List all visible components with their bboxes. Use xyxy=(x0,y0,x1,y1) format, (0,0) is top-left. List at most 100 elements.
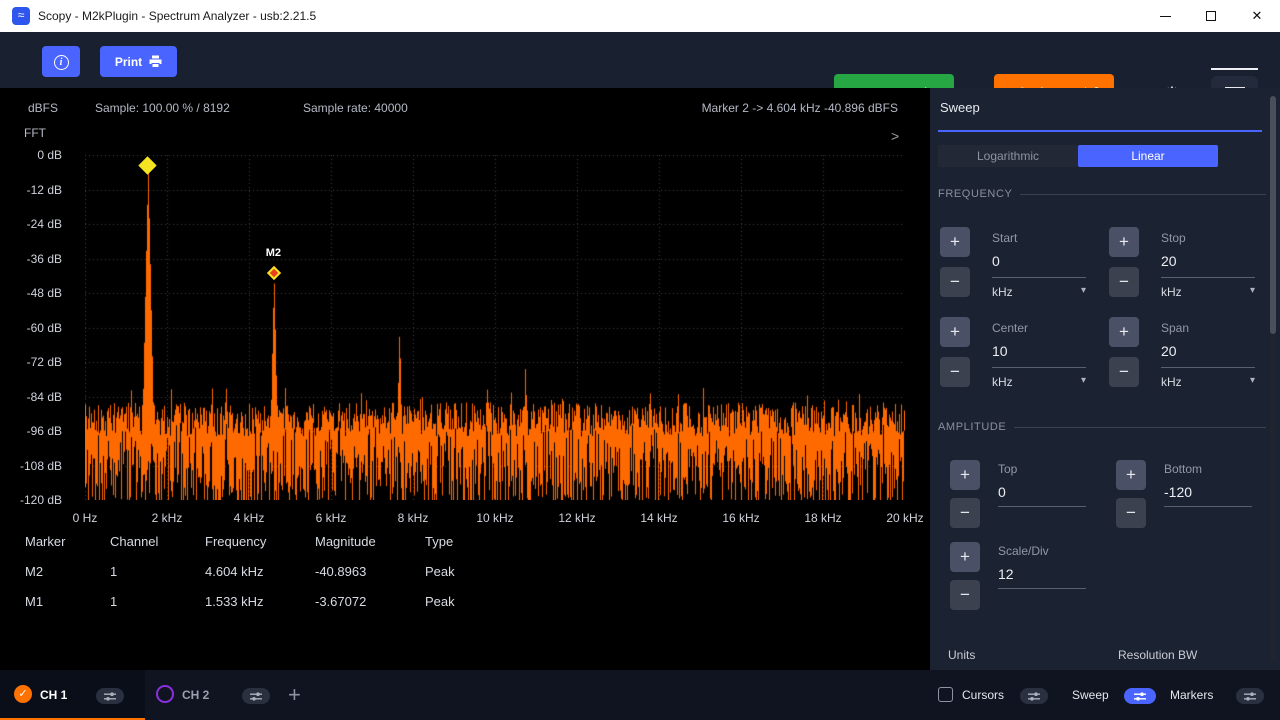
cursors-checkbox[interactable] xyxy=(938,687,953,702)
stop-increment-button[interactable]: + xyxy=(1109,227,1139,257)
logarithmic-option[interactable]: Logarithmic xyxy=(938,145,1078,167)
top-decrement-button[interactable]: − xyxy=(950,498,980,528)
title-bar[interactable]: ≈ Scopy - M2kPlugin - Spectrum Analyzer … xyxy=(0,0,1280,32)
fft-label: FFT xyxy=(24,126,46,140)
bottom-value-input[interactable]: -120 xyxy=(1164,484,1192,500)
maximize-icon xyxy=(1206,11,1216,21)
tune-icon xyxy=(1027,692,1041,701)
resolution-bw-label: Resolution BW xyxy=(1118,648,1197,662)
scale-div-value-input[interactable]: 12 xyxy=(998,566,1014,582)
cursors-label: Cursors xyxy=(962,687,1004,703)
scale-div-decrement-button[interactable]: − xyxy=(950,580,980,610)
y-tick: -12 dB xyxy=(0,183,62,197)
x-tick: 6 kHz xyxy=(301,511,361,525)
center-value-input[interactable]: 10 xyxy=(992,343,1008,359)
spectrum-canvas[interactable] xyxy=(85,155,905,500)
start-unit-dropdown[interactable]: kHz▾ xyxy=(992,285,1086,299)
info-button[interactable]: i xyxy=(42,46,80,77)
center-decrement-button[interactable]: − xyxy=(940,357,970,387)
scale-div-label: Scale/Div xyxy=(998,544,1049,558)
frequency-section-header: FREQUENCY xyxy=(938,188,1266,200)
y-tick: -108 dB xyxy=(0,459,62,473)
x-tick: 0 Hz xyxy=(55,511,115,525)
y-tick: -120 dB xyxy=(0,493,62,507)
channel-2-tab[interactable]: CH 2 xyxy=(156,670,286,720)
amplitude-section-label: AMPLITUDE xyxy=(938,421,1006,433)
minimize-button[interactable] xyxy=(1142,0,1188,32)
sweep-settings-button[interactable] xyxy=(1124,688,1156,704)
channel-2-label: CH 2 xyxy=(182,687,209,703)
y-tick: -84 dB xyxy=(0,390,62,404)
y-tick: -48 dB xyxy=(0,286,62,300)
bottom-increment-button[interactable]: + xyxy=(1116,460,1146,490)
marker-table-cell: 1 xyxy=(110,564,205,594)
marker-table-cell: M2 xyxy=(25,564,110,594)
amplitude-section-header: AMPLITUDE xyxy=(938,421,1266,433)
panel-title-underline xyxy=(938,130,1262,132)
stop-decrement-button[interactable]: − xyxy=(1109,267,1139,297)
linear-option[interactable]: Linear xyxy=(1078,145,1218,167)
bottom-decrement-button[interactable]: − xyxy=(1116,498,1146,528)
sweep-menu-label: Sweep xyxy=(1072,687,1109,703)
menu-active-indicator xyxy=(1211,68,1258,70)
markers-settings-button[interactable] xyxy=(1236,688,1264,704)
close-button[interactable]: ✕ xyxy=(1234,0,1280,32)
chevron-down-icon: ▾ xyxy=(1081,375,1086,389)
main-area: dBFS Sample: 100.00 % / 8192 Sample rate… xyxy=(0,88,1280,670)
panel-title: Sweep xyxy=(940,100,980,115)
channel-1-enabled-icon[interactable]: ✓ xyxy=(14,685,32,703)
span-decrement-button[interactable]: − xyxy=(1109,357,1139,387)
chevron-down-icon: ▾ xyxy=(1081,285,1086,299)
center-increment-button[interactable]: + xyxy=(940,317,970,347)
marker-table-header: Frequency xyxy=(205,534,315,564)
start-increment-button[interactable]: + xyxy=(940,227,970,257)
y-tick: -96 dB xyxy=(0,424,62,438)
start-value-input[interactable]: 0 xyxy=(992,253,1000,269)
top-value-input[interactable]: 0 xyxy=(998,484,1006,500)
panel-collapse-chevron-icon[interactable]: > xyxy=(891,128,899,144)
add-channel-button[interactable]: + xyxy=(288,682,301,708)
close-icon: ✕ xyxy=(1252,8,1263,24)
y-unit-label: dBFS xyxy=(28,101,58,115)
start-decrement-button[interactable]: − xyxy=(940,267,970,297)
scale-mode-toggle: Logarithmic Linear xyxy=(938,145,1218,167)
x-tick: 2 kHz xyxy=(137,511,197,525)
sample-info: Sample: 100.00 % / 8192 xyxy=(95,101,230,115)
print-button-label: Print xyxy=(115,55,142,69)
channel-1-settings-button[interactable] xyxy=(96,688,124,704)
scrollbar-thumb[interactable] xyxy=(1270,96,1276,334)
stop-unit-dropdown[interactable]: kHz▾ xyxy=(1161,285,1255,299)
span-frequency-control: + − Span 20 kHz▾ xyxy=(1105,313,1269,409)
panel-scrollbar[interactable] xyxy=(1270,96,1276,662)
channel-2-settings-button[interactable] xyxy=(242,688,270,704)
bottom-label: Bottom xyxy=(1164,462,1202,476)
cursors-settings-button[interactable] xyxy=(1020,688,1048,704)
center-frequency-control: + − Center 10 kHz▾ xyxy=(936,313,1100,409)
center-unit-dropdown[interactable]: kHz▾ xyxy=(992,375,1086,389)
center-label: Center xyxy=(992,321,1028,335)
marker-table: Marker Channel Frequency Magnitude Type … xyxy=(25,534,505,624)
chevron-down-icon: ▾ xyxy=(1250,375,1255,389)
start-frequency-control: + − Start 0 kHz▾ xyxy=(936,223,1100,319)
bottom-bar: ✓ CH 1 CH 2 + Cursors Sweep Markers xyxy=(0,670,1280,720)
span-increment-button[interactable]: + xyxy=(1109,317,1139,347)
x-tick: 20 kHz xyxy=(875,511,935,525)
top-increment-button[interactable]: + xyxy=(950,460,980,490)
tune-icon xyxy=(249,692,263,701)
channel-1-tab[interactable]: ✓ CH 1 xyxy=(0,670,145,720)
span-unit-dropdown[interactable]: kHz▾ xyxy=(1161,375,1255,389)
span-value-input[interactable]: 20 xyxy=(1161,343,1177,359)
stop-value-input[interactable]: 20 xyxy=(1161,253,1177,269)
chevron-down-icon: ▾ xyxy=(1250,285,1255,299)
scale-div-increment-button[interactable]: + xyxy=(950,542,980,572)
marker-table-cell: 4.604 kHz xyxy=(205,564,315,594)
scale-div-control: + − Scale/Div 12 xyxy=(946,538,1110,634)
start-label: Start xyxy=(992,231,1017,245)
marker-table-header: Marker xyxy=(25,534,110,564)
channel-2-enabled-icon[interactable] xyxy=(156,685,174,703)
tune-icon xyxy=(1243,692,1257,701)
sweep-settings-panel: Sweep Logarithmic Linear FREQUENCY + − S… xyxy=(930,88,1280,670)
print-button[interactable]: Print xyxy=(100,46,177,77)
maximize-button[interactable] xyxy=(1188,0,1234,32)
marker-table-header: Channel xyxy=(110,534,205,564)
